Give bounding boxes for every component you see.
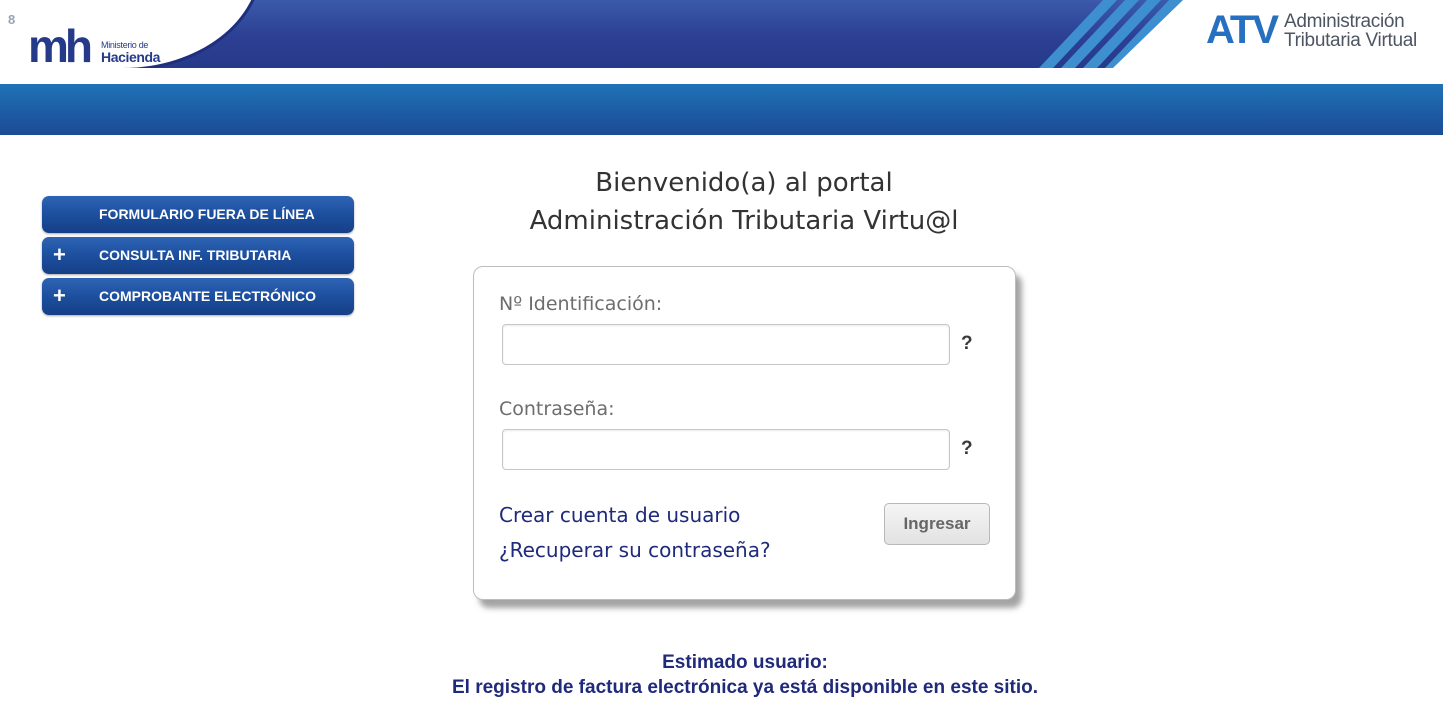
password-label: Contraseña:	[499, 398, 615, 420]
plus-icon[interactable]: +	[53, 284, 66, 308]
ministry-logo-mark: mh	[28, 24, 91, 64]
atv-line1: Administración	[1284, 11, 1405, 32]
atv-line2: Tributaria Virtual	[1284, 30, 1417, 51]
sidebar-item-label: COMPROBANTE ELECTRÓNICO	[99, 288, 316, 304]
login-button[interactable]: Ingresar	[884, 503, 990, 545]
notice-line1: Estimado usuario:	[662, 652, 828, 673]
ministry-logo[interactable]: mh	[28, 24, 100, 64]
plus-icon[interactable]: +	[53, 243, 66, 267]
sidebar-item-formulario[interactable]: FORMULARIO FUERA DE LÍNEA	[42, 196, 354, 233]
sidebar-menu: FORMULARIO FUERA DE LÍNEA + CONSULTA INF…	[42, 196, 354, 319]
welcome-line1: Bienvenido(a) al portal	[595, 168, 893, 198]
recover-password-link[interactable]: ¿Recuperar su contraseña?	[499, 538, 771, 562]
atv-logo[interactable]: ATV	[1206, 10, 1279, 50]
id-help-button[interactable]: ?	[961, 333, 973, 355]
navigation-bar	[0, 84, 1443, 135]
sidebar-item-consulta[interactable]: + CONSULTA INF. TRIBUTARIA	[42, 237, 354, 274]
ministry-line2: Hacienda	[101, 49, 161, 65]
sidebar-item-comprobante[interactable]: + COMPROBANTE ELECTRÓNICO	[42, 278, 354, 315]
ministry-name: Ministerio de Hacienda	[101, 39, 161, 65]
welcome-title: Bienvenido(a) al portal Administración T…	[434, 164, 1054, 240]
sidebar-item-label: CONSULTA INF. TRIBUTARIA	[99, 247, 292, 263]
notice-message: Estimado usuario: El registro de factura…	[350, 650, 1140, 700]
corner-number: 8	[8, 12, 16, 27]
create-account-link[interactable]: Crear cuenta de usuario	[499, 503, 740, 527]
login-card: Nº Identificación: ? Contraseña: ? Crear…	[473, 266, 1016, 600]
id-input[interactable]	[502, 324, 950, 365]
id-label: Nº Identificación:	[499, 293, 663, 315]
notice-line2: El registro de factura electrónica ya es…	[451, 677, 1039, 698]
welcome-line2: Administración Tributaria Virtu@l	[529, 206, 959, 236]
atv-name: Administración Tributaria Virtual	[1284, 12, 1417, 50]
sidebar-item-label: FORMULARIO FUERA DE LÍNEA	[99, 206, 315, 222]
password-input[interactable]	[502, 429, 950, 470]
password-help-button[interactable]: ?	[961, 438, 973, 460]
